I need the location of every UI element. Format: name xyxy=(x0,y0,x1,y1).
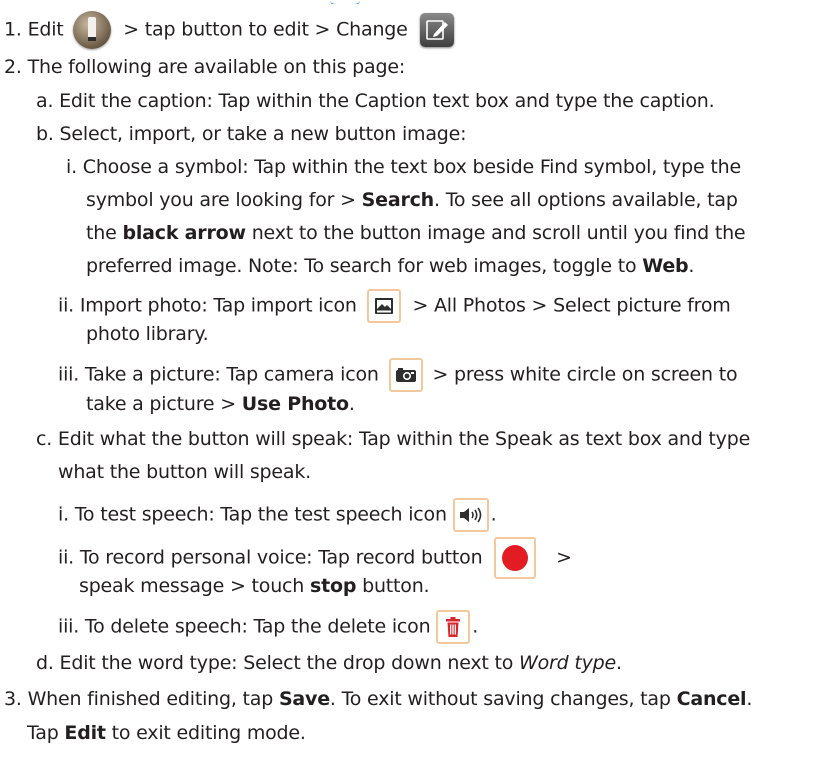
text: . xyxy=(688,255,695,277)
step-3-line2: Tap Edit to exit editing mode. xyxy=(27,721,306,745)
text: iii. To delete speech: Tap the delete ic… xyxy=(58,615,431,638)
text: the xyxy=(86,222,117,244)
text: . To see all options available, tap xyxy=(434,189,738,211)
step-2b-i-line2: symbol you are looking for > Search. To … xyxy=(86,188,738,212)
camera-icon xyxy=(388,358,423,392)
stop-label: stop xyxy=(309,575,357,597)
top-decoration xyxy=(0,0,839,4)
text: . To exit without saving changes, tap xyxy=(329,688,671,710)
text: . xyxy=(746,688,753,710)
text: > All Photos > Select picture from xyxy=(412,294,731,317)
edit-label: Edit xyxy=(64,722,106,744)
black-arrow-label: black arrow xyxy=(122,222,246,244)
step-2c-line1: c. Edit what the button will speak: Tap … xyxy=(36,428,751,450)
step-2c-iii: iii. To delete speech: Tap the delete ic… xyxy=(58,610,478,644)
step-2b-ii-line1: ii. Import photo: Tap import icon > All … xyxy=(58,289,731,323)
text: > xyxy=(556,546,572,569)
step-2d: d. Edit the word type: Select the drop d… xyxy=(36,651,622,675)
text: . xyxy=(348,393,355,415)
test-speech-icon xyxy=(452,498,489,532)
use-photo-label: Use Photo xyxy=(241,393,349,415)
step-2a: a. Edit the caption: Tap within the Capt… xyxy=(36,90,715,112)
text: 3. When finished editing, tap xyxy=(4,688,274,710)
step-1: 1. Edit > tap button to edit > Change xyxy=(4,11,454,49)
word-type-label: Word type xyxy=(519,652,616,674)
step-2c-ii-line2: speak message > touch stop button. xyxy=(79,574,430,598)
text: symbol you are looking for > xyxy=(86,189,356,211)
step-2c-line2: what the button will speak. xyxy=(58,461,311,483)
instructions-page: { "steps": { "s1_a": "1. Edit", "s1_b": … xyxy=(0,0,839,783)
text: i. To test speech: Tap the test speech i… xyxy=(58,503,447,526)
step-2b-iii-line1: iii. Take a picture: Tap camera icon > p… xyxy=(58,358,738,392)
text: . xyxy=(472,615,479,638)
text: . xyxy=(490,503,497,526)
text: . xyxy=(616,652,622,674)
step-2b-ii-line2: photo library. xyxy=(86,323,209,345)
step-2b-i-line4: preferred image. Note: To search for web… xyxy=(86,254,694,278)
text: ii. Import photo: Tap import icon xyxy=(58,294,357,317)
cancel-label: Cancel xyxy=(676,688,747,710)
text: iii. Take a picture: Tap camera icon xyxy=(58,363,379,386)
change-image-icon xyxy=(419,13,454,47)
search-label: Search xyxy=(361,189,435,211)
text: > press white circle on screen to xyxy=(432,363,738,386)
text: Tap xyxy=(27,722,59,744)
record-icon xyxy=(494,537,537,579)
step-1-text-a: 1. Edit xyxy=(4,18,64,41)
text: speak message > touch xyxy=(79,575,305,597)
import-photo-icon xyxy=(366,289,401,323)
edit-tool-icon xyxy=(73,11,112,49)
step-3-line1: 3. When finished editing, tap Save. To e… xyxy=(4,687,752,711)
text: next to the button image and scroll unti… xyxy=(251,222,746,244)
step-2c-ii-line1: ii. To record personal voice: Tap record… xyxy=(58,537,572,579)
delete-icon xyxy=(436,610,471,644)
step-2c-i: i. To test speech: Tap the test speech i… xyxy=(58,498,497,532)
step-1-text-b: > tap button to edit > Change xyxy=(123,18,408,41)
text: to exit editing mode. xyxy=(111,722,306,744)
text: button. xyxy=(362,575,430,597)
step-2b: b. Select, import, or take a new button … xyxy=(36,123,467,145)
text: preferred image. Note: To search for web… xyxy=(86,255,637,277)
step-2b-i-line3: the black arrow next to the button image… xyxy=(86,221,746,245)
text: d. Edit the word type: Select the drop d… xyxy=(36,652,514,674)
text: ii. To record personal voice: Tap record… xyxy=(58,546,483,569)
save-label: Save xyxy=(278,688,330,710)
text: take a picture > xyxy=(86,393,236,415)
web-label: Web xyxy=(642,255,689,277)
step-2b-iii-line2: take a picture > Use Photo. xyxy=(86,392,355,416)
step-2b-i-line1: i. Choose a symbol: Tap within the text … xyxy=(66,156,741,178)
step-2: 2. The following are available on this p… xyxy=(4,56,406,78)
